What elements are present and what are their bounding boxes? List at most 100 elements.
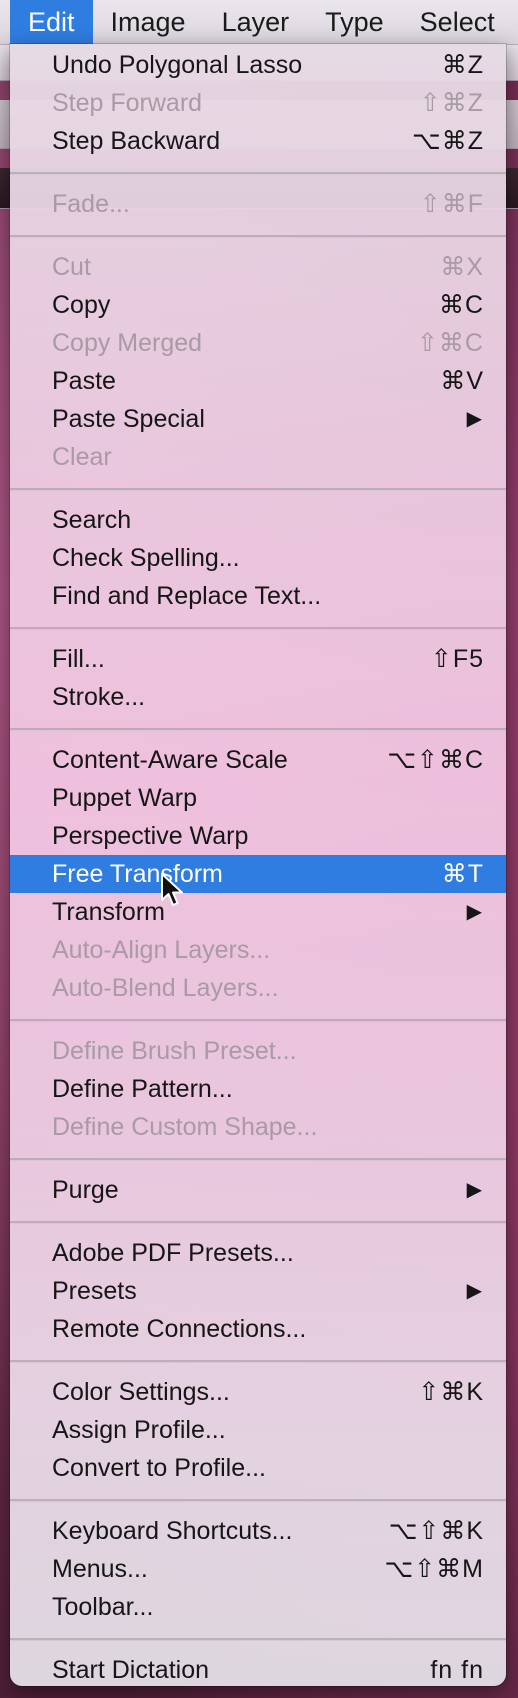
menu-item-label: Purge (52, 1176, 119, 1204)
menu-item-label: Remote Connections... (52, 1315, 307, 1343)
menu-separator (10, 488, 506, 491)
menu-separator (10, 1360, 506, 1363)
menu-separator (10, 1499, 506, 1502)
menu-item-shortcut: ⌘Z (441, 51, 484, 79)
menu-item-shortcut: ⇧⌘Z (419, 89, 484, 117)
menu-item-step-forward: Step Forward ⇧⌘Z (10, 84, 506, 122)
menu-item-label: Find and Replace Text... (52, 582, 322, 610)
menu-item-label: Paste (52, 367, 116, 395)
menu-item-label: Stroke... (52, 683, 146, 711)
menubar-edit[interactable]: Edit (10, 0, 93, 44)
menu-item-shortcut: ⌥⇧⌘M (384, 1555, 484, 1583)
menu-item-step-backward[interactable]: Step Backward ⌥⌘Z (10, 122, 506, 160)
menu-item-label: Undo Polygonal Lasso (52, 51, 303, 79)
menu-item-label: Transform (52, 898, 165, 926)
menu-item-label: Define Brush Preset... (52, 1037, 297, 1065)
menu-item-shortcut: ⌥⇧⌘K (388, 1517, 484, 1545)
menu-separator (10, 627, 506, 630)
menu-item-perspective-warp[interactable]: Perspective Warp (10, 817, 506, 855)
menu-item-shortcut: ⌘T (441, 860, 484, 888)
menu-item-shortcut: ⌥⇧⌘C (387, 746, 484, 774)
menu-separator (10, 172, 506, 175)
menu-separator (10, 1158, 506, 1161)
menu-item-label: Color Settings... (52, 1378, 230, 1406)
menu-item-fill[interactable]: Fill... ⇧F5 (10, 640, 506, 678)
menu-item-label: Toolbar... (52, 1593, 154, 1621)
menu-separator (10, 728, 506, 731)
menu-item-presets[interactable]: Presets ▶ (10, 1272, 506, 1310)
menu-bar: Edit Image Layer Type Select (0, 0, 518, 45)
submenu-arrow-icon: ▶ (466, 408, 482, 430)
menu-item-label: Define Custom Shape... (52, 1113, 318, 1141)
menu-item-check-spelling[interactable]: Check Spelling... (10, 539, 506, 577)
menu-item-label: Start Dictation (52, 1656, 210, 1684)
menu-item-label: Copy (52, 291, 111, 319)
menubar-type[interactable]: Type (307, 0, 402, 44)
menu-item-toolbar[interactable]: Toolbar... (10, 1588, 506, 1626)
menubar-layer[interactable]: Layer (204, 0, 308, 44)
menu-item-shortcut: fn fn (430, 1656, 484, 1684)
menu-item-label: Auto-Blend Layers... (52, 974, 279, 1002)
menu-item-search[interactable]: Search (10, 501, 506, 539)
menu-item-label: Clear (52, 443, 112, 471)
menu-item-define-pattern[interactable]: Define Pattern... (10, 1070, 506, 1108)
menu-item-label: Fade... (52, 190, 130, 218)
menu-item-label: Keyboard Shortcuts... (52, 1517, 293, 1545)
menu-item-puppet-warp[interactable]: Puppet Warp (10, 779, 506, 817)
menu-item-content-aware-scale[interactable]: Content-Aware Scale ⌥⇧⌘C (10, 741, 506, 779)
menu-item-label: Fill... (52, 645, 105, 673)
menu-item-label: Perspective Warp (52, 822, 249, 850)
menu-item-purge[interactable]: Purge ▶ (10, 1171, 506, 1209)
menu-item-assign-profile[interactable]: Assign Profile... (10, 1411, 506, 1449)
menu-item-copy[interactable]: Copy ⌘C (10, 286, 506, 324)
menu-item-shortcut: ⌥⌘Z (411, 127, 484, 155)
menu-item-color-settings[interactable]: Color Settings... ⇧⌘K (10, 1373, 506, 1411)
menu-item-label: Presets (52, 1277, 137, 1305)
menu-item-paste[interactable]: Paste ⌘V (10, 362, 506, 400)
menu-item-free-transform[interactable]: Free Transform ⌘T (10, 855, 506, 893)
menu-item-pdf-presets[interactable]: Adobe PDF Presets... (10, 1234, 506, 1272)
menubar-image[interactable]: Image (93, 0, 204, 44)
menu-item-define-brush: Define Brush Preset... (10, 1032, 506, 1070)
menu-item-menus[interactable]: Menus... ⌥⇧⌘M (10, 1550, 506, 1588)
menu-item-label: Convert to Profile... (52, 1454, 266, 1482)
menu-item-label: Adobe PDF Presets... (52, 1239, 294, 1267)
menu-item-shortcut: ⌘V (440, 367, 484, 395)
menu-item-label: Content-Aware Scale (52, 746, 288, 774)
menu-item-transform[interactable]: Transform ▶ (10, 893, 506, 931)
menu-item-shortcut: ⇧⌘C (416, 329, 484, 357)
menu-item-label: Assign Profile... (52, 1416, 226, 1444)
menu-item-define-shape: Define Custom Shape... (10, 1108, 506, 1146)
menu-item-start-dictation[interactable]: Start Dictation fn fn (10, 1651, 506, 1686)
menu-item-shortcut: ⌘X (440, 253, 484, 281)
menu-item-convert-profile[interactable]: Convert to Profile... (10, 1449, 506, 1487)
menu-item-paste-special[interactable]: Paste Special ▶ (10, 400, 506, 438)
menu-item-auto-blend: Auto-Blend Layers... (10, 969, 506, 1007)
menu-item-label: Auto-Align Layers... (52, 936, 271, 964)
menu-item-label: Paste Special (52, 405, 205, 433)
menu-item-shortcut: ⇧F5 (430, 645, 484, 673)
menu-item-keyboard-shortcuts[interactable]: Keyboard Shortcuts... ⌥⇧⌘K (10, 1512, 506, 1550)
menu-separator (10, 1638, 506, 1641)
menubar-select[interactable]: Select (402, 0, 513, 44)
submenu-arrow-icon: ▶ (466, 1280, 482, 1302)
menu-item-label: Cut (52, 253, 91, 281)
menu-item-label: Define Pattern... (52, 1075, 233, 1103)
menu-item-stroke[interactable]: Stroke... (10, 678, 506, 716)
menu-item-copy-merged: Copy Merged ⇧⌘C (10, 324, 506, 362)
menu-item-label: Step Backward (52, 127, 221, 155)
menu-separator (10, 1221, 506, 1224)
menu-item-label: Search (52, 506, 132, 534)
menu-item-fade: Fade... ⇧⌘F (10, 185, 506, 223)
menu-item-shortcut: ⇧⌘K (418, 1378, 484, 1406)
menu-item-undo[interactable]: Undo Polygonal Lasso ⌘Z (10, 46, 506, 84)
submenu-arrow-icon: ▶ (466, 1179, 482, 1201)
menu-item-remote-connections[interactable]: Remote Connections... (10, 1310, 506, 1348)
submenu-arrow-icon: ▶ (466, 901, 482, 923)
menu-item-label: Check Spelling... (52, 544, 240, 572)
mouse-pointer-icon (161, 873, 183, 906)
menu-item-find-replace[interactable]: Find and Replace Text... (10, 577, 506, 615)
menu-item-label: Free Transform (52, 860, 223, 888)
menu-item-label: Puppet Warp (52, 784, 197, 812)
menu-separator (10, 235, 506, 238)
